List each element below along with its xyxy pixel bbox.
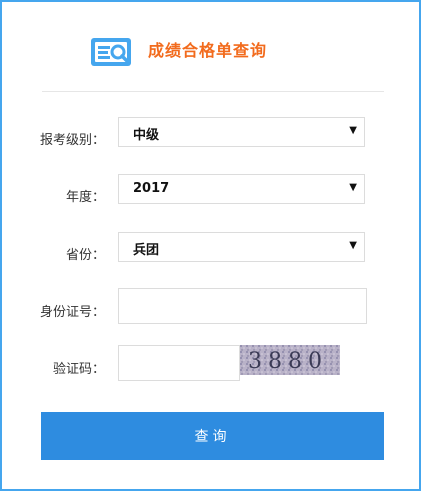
level-label: 报考级别： — [39, 133, 105, 148]
divider — [42, 91, 384, 92]
year-value: 2017 — [133, 181, 170, 196]
page-title: 成绩合格单查询 — [148, 41, 268, 60]
captcha-text: 3880 — [248, 349, 328, 374]
id-number-input[interactable] — [118, 288, 367, 324]
province-select[interactable]: 兵团 ▼ — [118, 232, 365, 262]
year-label: 年度： — [65, 190, 105, 205]
dropdown-arrow-icon: ▼ — [349, 125, 357, 136]
query-button[interactable]: 查询 — [41, 412, 384, 460]
province-value: 兵团 — [133, 243, 160, 258]
level-select[interactable]: 中级 ▼ — [118, 117, 365, 147]
captcha-image[interactable]: 3880 — [240, 345, 340, 375]
query-panel: 成绩合格单查询 报考级别： 中级 ▼ 年度： 2017 ▼ 省份： 兵团 ▼ 身… — [0, 0, 421, 491]
captcha-label: 验证码： — [52, 362, 105, 377]
year-select[interactable]: 2017 ▼ — [118, 174, 365, 204]
dropdown-arrow-icon: ▼ — [349, 240, 357, 251]
search-document-icon — [91, 38, 131, 66]
captcha-input[interactable] — [118, 345, 240, 381]
level-value: 中级 — [133, 128, 160, 143]
dropdown-arrow-icon: ▼ — [349, 182, 357, 193]
province-label: 省份： — [65, 248, 105, 263]
id-number-label: 身份证号： — [39, 305, 105, 320]
